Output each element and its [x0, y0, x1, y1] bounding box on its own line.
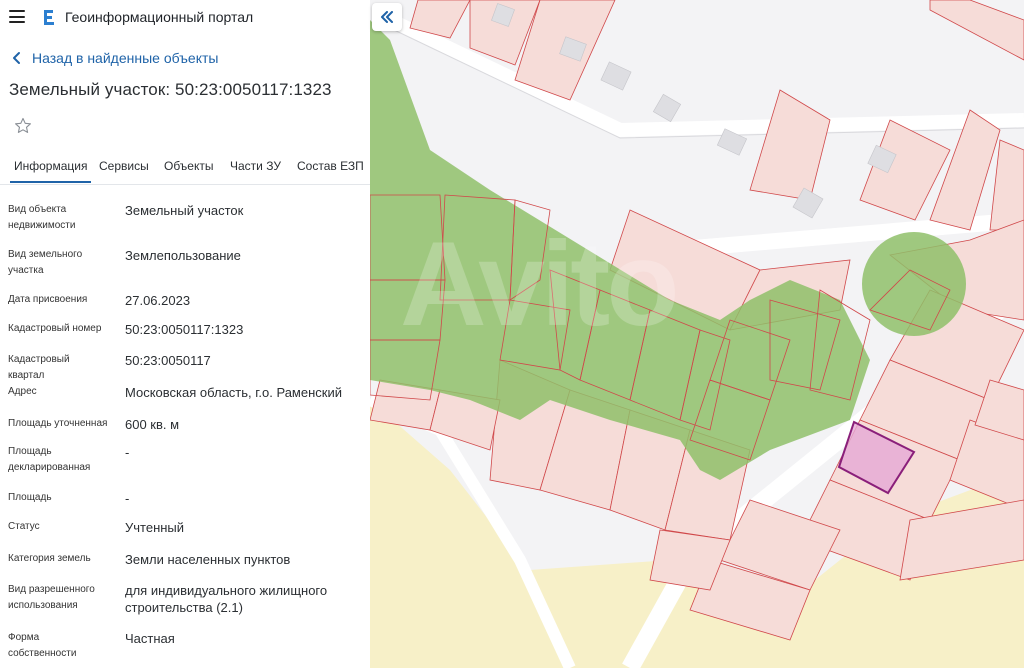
field-label: Статус	[8, 521, 40, 532]
tab-parts[interactable]: Части ЗУ	[230, 159, 281, 173]
field-value: 27.06.2023	[125, 293, 191, 308]
chevron-left-icon	[13, 52, 20, 64]
back-link-label: Назад в найденные объекты	[32, 50, 219, 66]
collapse-panel-button[interactable]	[372, 3, 402, 31]
forest-patch	[862, 232, 966, 336]
portal-logo-icon	[44, 10, 54, 25]
double-chevron-left-icon	[381, 11, 393, 23]
field-value: для индивидуального жилищного строительс…	[125, 583, 328, 615]
map-canvas[interactable]	[370, 0, 1024, 668]
cadastral-map[interactable]	[370, 0, 1024, 668]
field-label: Площадь	[8, 492, 52, 503]
tab-services[interactable]: Сервисы	[99, 159, 149, 173]
page-title: Земельный участок: 50:23:0050117:1323	[9, 80, 332, 99]
field-value: Земли населенных пунктов	[125, 552, 291, 567]
tab-bar: Информация Сервисы Объекты Части ЗУ Сост…	[0, 152, 370, 185]
field-label: Кадастровый номер	[8, 323, 102, 334]
field-value: -	[125, 445, 130, 460]
field-value: Частная	[125, 631, 175, 646]
back-to-results-link[interactable]: Назад в найденные объекты	[10, 50, 218, 66]
tab-ezp-composition[interactable]: Состав ЕЗП	[297, 159, 364, 173]
field-label: Форма собственности	[8, 632, 77, 659]
field-label: Адрес	[8, 386, 37, 397]
field-label: Категория земель	[8, 553, 91, 564]
hamburger-menu-icon[interactable]	[9, 10, 25, 23]
field-value: 50:23:0050117:1323	[125, 322, 244, 337]
top-bar: Геоинформационный портал	[0, 0, 370, 34]
field-label: Площадь уточненная	[8, 418, 108, 429]
app-title: Геоинформационный портал	[65, 9, 254, 25]
field-value: -	[125, 491, 130, 506]
field-value: Земельный участок	[125, 203, 244, 218]
field-value: Московская область, г.о. Раменский	[125, 385, 342, 400]
field-label: Дата присвоения	[8, 294, 88, 305]
field-label: Вид земельного участка	[8, 249, 83, 276]
tab-objects[interactable]: Объекты	[164, 159, 214, 173]
tab-information[interactable]: Информация	[9, 159, 92, 183]
field-label: Вид разрешенного использования	[8, 584, 95, 611]
field-value: 600 кв. м	[125, 417, 180, 432]
field-label: Площадь декларированная	[8, 446, 91, 473]
field-label: Кадастровый квартал	[8, 354, 70, 381]
field-label: Вид объекта недвижимости	[8, 204, 76, 231]
field-value: Учтенный	[125, 520, 185, 535]
favorite-star-icon[interactable]	[14, 117, 32, 135]
field-value: 50:23:0050117	[125, 353, 211, 368]
info-panel: Геоинформационный портал Назад в найденн…	[0, 0, 370, 668]
field-value: Землепользование	[125, 248, 241, 263]
